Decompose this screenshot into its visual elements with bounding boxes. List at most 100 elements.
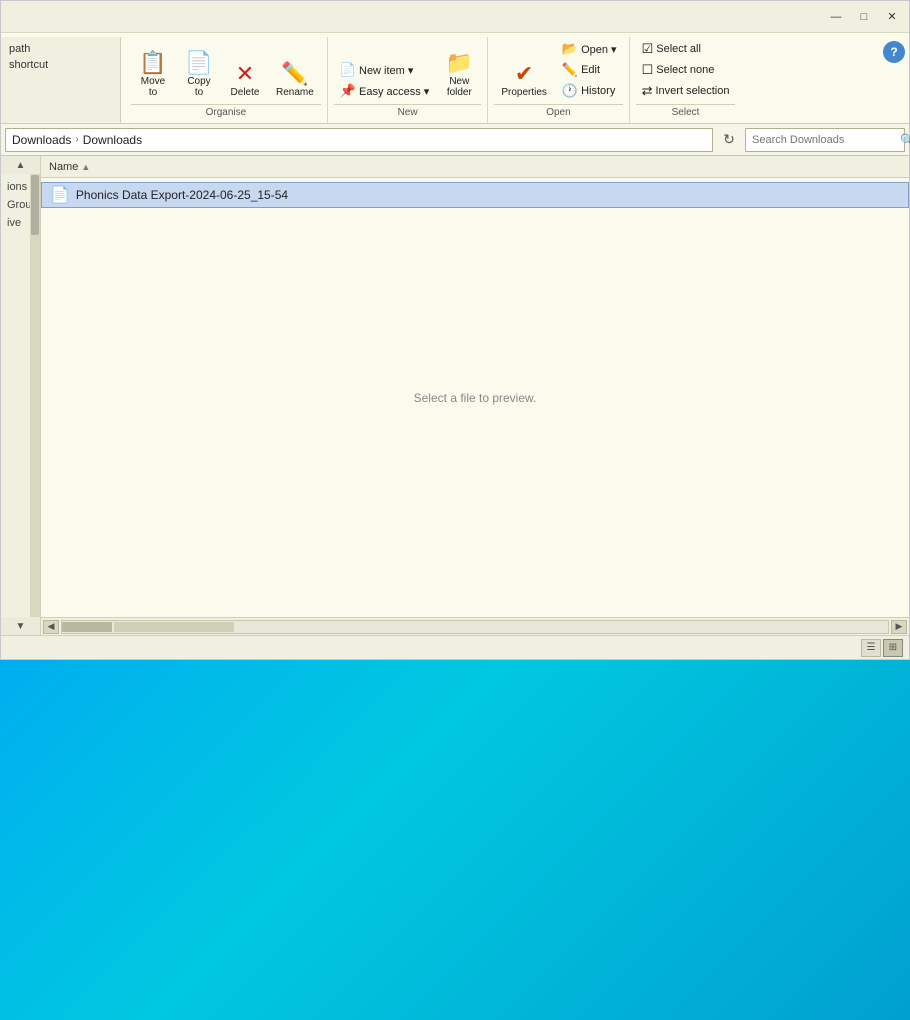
file-item-0[interactable]: 📄 Phonics Data Export-2024-06-25_15-54 — [41, 182, 909, 208]
select-none-label: Select none — [656, 64, 714, 76]
ribbon-group-organise: 📋 Moveto 📄 Copyto ✕ Delete — [125, 37, 328, 123]
help-button[interactable]: ? — [883, 41, 905, 63]
minimize-button[interactable]: — — [823, 6, 849, 28]
ribbon-main: path shortcut 📋 Moveto 📄 — [1, 37, 909, 123]
new-group-label: New — [334, 104, 482, 121]
quick-access-path[interactable]: path — [1, 41, 120, 57]
new-folder-icon: 📁 — [446, 52, 473, 74]
sort-icon: ▲ — [81, 162, 90, 172]
select-none-button[interactable]: ☐ Select none — [636, 60, 736, 80]
help-area: ? — [879, 37, 909, 123]
delete-label: Delete — [231, 87, 260, 98]
file-list-header: Name ▲ — [41, 156, 909, 178]
address-bar: Downloads › Downloads ↻ 🔍 — [1, 124, 909, 156]
open-group-label: Open — [494, 104, 622, 121]
details-view-button[interactable]: ☰ — [861, 639, 881, 657]
file-explorer-window: — □ ✕ path shortcut 📋 — [0, 0, 910, 660]
easy-access-button[interactable]: 📌 Easy access ▾ — [334, 81, 436, 101]
new-folder-button[interactable]: 📁 Newfolder — [437, 49, 481, 101]
history-button[interactable]: 🕐 History — [556, 81, 623, 101]
quick-access-shortcut[interactable]: shortcut — [1, 57, 120, 73]
sidebar-scroll-down[interactable]: ▼ — [1, 617, 40, 635]
ribbon-toolbar-row: 📋 Moveto 📄 Copyto ✕ Delete — [121, 37, 879, 123]
path-part-1: Downloads — [12, 133, 71, 147]
hscroll-right-button[interactable]: ▶ — [891, 620, 907, 634]
new-folder-label: Newfolder — [447, 76, 472, 98]
hscroll-thumb2 — [114, 622, 234, 632]
new-item-label: New item ▾ — [359, 64, 413, 77]
properties-button[interactable]: ✔ Properties — [494, 60, 554, 101]
new-item-button[interactable]: 📄 New item ▾ — [334, 60, 436, 80]
hscroll-track[interactable] — [61, 620, 889, 634]
move-to-label: Moveto — [141, 76, 165, 98]
search-box: 🔍 — [745, 128, 905, 152]
move-to-icon: 📋 — [139, 52, 166, 74]
main-area: ▲ ions Grou ive ▼ Name ▲ — [1, 156, 909, 635]
easy-access-icon: 📌 — [340, 83, 356, 99]
refresh-button[interactable]: ↻ — [717, 128, 741, 152]
history-icon: 🕐 — [562, 83, 578, 99]
new-item-icon: 📄 — [340, 62, 356, 78]
select-all-label: Select all — [656, 43, 701, 55]
sidebar-scrollbar[interactable] — [30, 174, 40, 617]
search-input[interactable] — [746, 134, 900, 146]
rename-label: Rename — [276, 87, 314, 98]
select-items-column: ☑ Select all ☐ Select none ⇄ Invert sele… — [636, 39, 736, 101]
select-all-button[interactable]: ☑ Select all — [636, 39, 736, 59]
file-list[interactable]: 📄 Phonics Data Export-2024-06-25_15-54 S… — [41, 178, 909, 617]
maximize-button[interactable]: □ — [851, 6, 877, 28]
ribbon-group-new: 📄 New item ▾ 📌 Easy access ▾ 📁 — [328, 37, 489, 123]
organise-group-label: Organise — [131, 104, 321, 121]
open-items-column: 📂 Open ▾ ✏️ Edit 🕐 History — [556, 39, 623, 101]
edit-icon: ✏️ — [562, 62, 578, 78]
new-buttons: 📄 New item ▾ 📌 Easy access ▾ 📁 — [334, 39, 482, 101]
path-part-2: Downloads — [83, 133, 142, 147]
quick-access-panel: path shortcut — [1, 37, 121, 123]
name-column-label: Name — [49, 161, 78, 173]
view-icons: ☰ ⊞ — [861, 639, 903, 657]
move-to-button[interactable]: 📋 Moveto — [131, 49, 175, 101]
preview-text: Select a file to preview. — [414, 391, 537, 405]
delete-icon: ✕ — [236, 63, 254, 85]
title-bar: — □ ✕ — [1, 1, 909, 33]
copy-to-label: Copyto — [187, 76, 210, 98]
close-button[interactable]: ✕ — [879, 6, 905, 28]
hscroll-left-button[interactable]: ◀ — [43, 620, 59, 634]
properties-icon: ✔ — [515, 63, 533, 85]
ribbon: path shortcut 📋 Moveto 📄 — [1, 33, 909, 124]
search-icon[interactable]: 🔍 — [900, 129, 910, 151]
select-all-icon: ☑ — [642, 41, 654, 57]
sidebar-scroll-up[interactable]: ▲ — [1, 156, 40, 174]
organise-buttons: 📋 Moveto 📄 Copyto ✕ Delete — [131, 39, 321, 101]
edit-label: Edit — [581, 64, 600, 76]
open-button[interactable]: 📂 Open ▾ — [556, 39, 623, 59]
invert-selection-icon: ⇄ — [642, 83, 653, 99]
sidebar-scrollbar-thumb — [31, 175, 39, 235]
select-group-label: Select — [636, 104, 736, 121]
new-items-column: 📄 New item ▾ 📌 Easy access ▾ — [334, 60, 436, 101]
file-area: Name ▲ 📄 Phonics Data Export-2024-06-25_… — [41, 156, 909, 635]
delete-button[interactable]: ✕ Delete — [223, 60, 267, 101]
edit-button[interactable]: ✏️ Edit — [556, 60, 623, 80]
invert-selection-button[interactable]: ⇄ Invert selection — [636, 81, 736, 101]
sidebar: ▲ ions Grou ive ▼ — [1, 156, 41, 635]
rename-button[interactable]: ✏️ Rename — [269, 60, 321, 101]
copy-to-button[interactable]: 📄 Copyto — [177, 49, 221, 101]
history-label: History — [581, 85, 615, 97]
invert-selection-label: Invert selection — [656, 85, 730, 97]
path-separator-1: › — [75, 134, 78, 145]
address-path[interactable]: Downloads › Downloads — [5, 128, 713, 152]
open-label: Open ▾ — [581, 43, 617, 56]
properties-label: Properties — [501, 87, 547, 98]
select-none-icon: ☐ — [642, 62, 654, 78]
open-icon: 📂 — [562, 41, 578, 57]
horizontal-scrollbar[interactable]: ◀ ▶ — [41, 617, 909, 635]
large-icons-view-button[interactable]: ⊞ — [883, 639, 903, 657]
name-column-header[interactable]: Name ▲ — [49, 161, 90, 173]
file-icon-0: 📄 — [50, 185, 70, 205]
ribbon-group-open: ✔ Properties 📂 Open ▾ ✏️ Edit — [488, 37, 629, 123]
hscroll-thumb — [62, 622, 112, 632]
ribbon-group-select: ☑ Select all ☐ Select none ⇄ Invert sele… — [630, 37, 742, 123]
title-bar-controls: — □ ✕ — [823, 6, 905, 28]
file-name-0: Phonics Data Export-2024-06-25_15-54 — [76, 188, 288, 202]
